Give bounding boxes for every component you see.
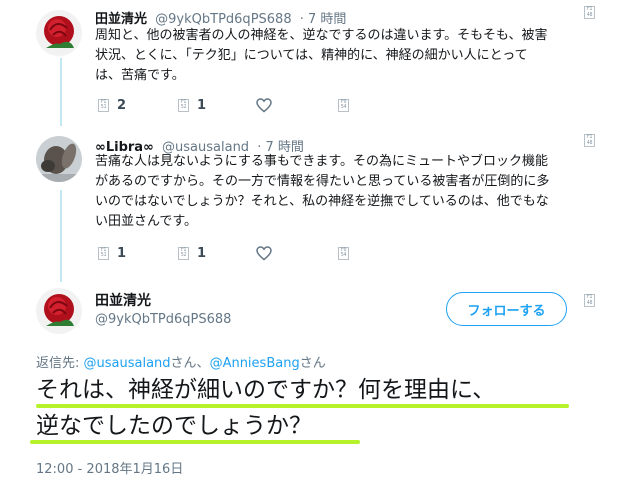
tweet-text-line: 状況、とくに、「テク犯」については、精神的に、神経の細かい人にとって [95, 48, 528, 63]
reply-to-suffix: さん [299, 356, 326, 371]
tweet-text: 周知と、他の被害者の人の神経を、逆なでするのは違います。そもそも、被害 状況、と… [95, 26, 548, 86]
direct-message-button[interactable]: F0 54 [338, 244, 349, 262]
caret-icon[interactable]: FI 48 [584, 294, 595, 307]
retweet-button[interactable]: FI 52 1 [178, 96, 206, 114]
tweet-time[interactable]: · 7 時間 [300, 12, 347, 27]
tweet-1[interactable]: 田並清光 @9ykQbTPd6qPS688 · 7 時間 FI 48 周知と、他の… [0, 0, 632, 126]
mention-link[interactable]: @AnniesBang [210, 356, 300, 371]
retweet-icon: FI 52 [178, 98, 189, 112]
reply-icon: FI 51 [98, 246, 109, 260]
user-handle[interactable]: @9ykQbTPd6qPS688 [95, 312, 231, 327]
user-handle[interactable]: @9ykQbTPd6qPS688 [155, 12, 291, 27]
retweet-count: 1 [197, 97, 207, 113]
avatar[interactable] [36, 288, 82, 334]
tweet-text-line: 周知と、他の被害者の人の神経を、逆なでするのは違います。そもそも、被害 [95, 28, 548, 43]
heart-icon [256, 97, 272, 112]
message-icon: F0 54 [338, 246, 349, 260]
display-name[interactable]: 田並清光 [95, 12, 147, 27]
follow-button[interactable]: フォローする [446, 292, 567, 326]
tweet-text-line: いのではないでしょうか？それと、私の神経を逆撫でしているのは、他でもな [95, 194, 549, 209]
main-tweet-text-line: それは、神経が細いのですか？何を理由に、 [36, 377, 496, 403]
tweet-text-line: い田並さんです。 [95, 214, 198, 229]
heart-icon [256, 245, 272, 260]
direct-message-button[interactable]: F0 54 [338, 96, 349, 114]
reply-button[interactable]: FI 51 2 [98, 96, 126, 114]
reply-count: 2 [117, 97, 127, 113]
display-name[interactable]: 田並清光 [95, 290, 151, 310]
reply-to-prefix: 返信先: [36, 356, 84, 371]
highlight-underline [30, 440, 360, 444]
replying-to: 返信先: @usausalandさん、@AnniesBangさん [36, 352, 326, 371]
reply-icon: FI 51 [98, 98, 109, 112]
tweet-actions: FI 51 1 FI 52 1 F0 54 [98, 244, 358, 262]
reply-to-separator: さん、 [170, 356, 210, 371]
caret-icon[interactable]: FI 48 [584, 134, 595, 147]
retweet-button[interactable]: FI 52 1 [178, 244, 206, 262]
tweet-timestamp[interactable]: 12:00 - 2018年1月16日 [36, 458, 183, 477]
tweet-2[interactable]: ∞Libra∞ @usausaland · 7 時間 FI 48 苦痛な人は見ない… [0, 126, 632, 282]
like-button[interactable] [256, 244, 272, 262]
caret-icon[interactable]: FI 48 [584, 6, 595, 19]
like-button[interactable] [256, 96, 272, 114]
tweet-text-line: は、苦痛です。 [95, 68, 185, 83]
reply-count: 1 [117, 245, 127, 261]
tweet-header: 田並清光 @9ykQbTPd6qPS688 · 7 時間 [95, 8, 346, 27]
tweet-text-line: があるのですから。その一方で情報を得たいと思っている被害者が圧倒的に多 [95, 174, 550, 189]
avatar[interactable] [36, 10, 82, 56]
tweet-text-line: 苦痛な人は見ないようにする事もできます。その為にミュートやブロック機能 [95, 154, 549, 169]
tweet-text: 苦痛な人は見ないようにする事もできます。その為にミュートやブロック機能 があるの… [95, 152, 549, 232]
retweet-icon: FI 52 [178, 246, 189, 260]
message-icon: F0 54 [338, 98, 349, 112]
avatar[interactable] [36, 136, 82, 182]
mention-link[interactable]: @usausaland [84, 356, 171, 371]
retweet-count: 1 [197, 245, 207, 261]
tweet-actions: FI 51 2 FI 52 1 F0 54 [98, 96, 358, 114]
main-tweet-text-line: 逆なでしたのでしょうか？ [36, 413, 312, 439]
reply-button[interactable]: FI 51 1 [98, 244, 126, 262]
